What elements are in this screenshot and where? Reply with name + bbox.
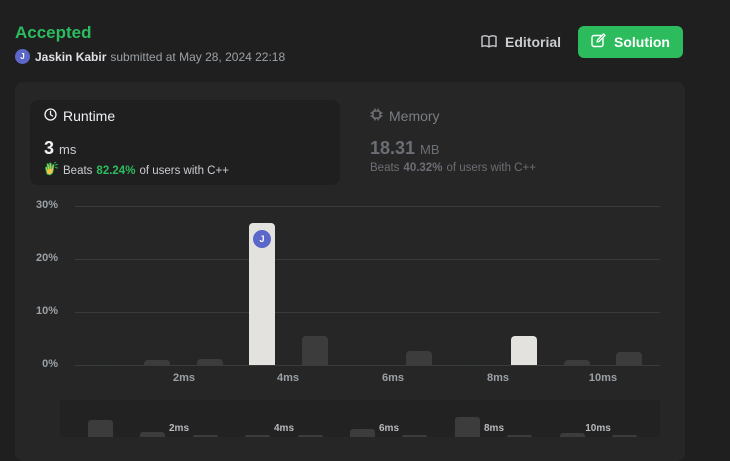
y-gridline [75, 312, 660, 313]
solution-button[interactable]: Solution [578, 26, 683, 58]
submitted-at-text: submitted at May 28, 2024 22:18 [110, 49, 286, 64]
submission-status: Accepted [15, 23, 92, 42]
user-avatar[interactable]: J [15, 49, 30, 64]
overview-tick-label: 4ms [273, 423, 294, 434]
x-tick-label: 10ms [588, 372, 618, 384]
memory-beats-label: Beats [370, 162, 400, 174]
book-icon [481, 34, 497, 51]
memory-beats: Beats 40.32% of users with C++ [370, 162, 536, 174]
overview-tick-label: 2ms [168, 423, 189, 434]
overview-bar [88, 420, 113, 437]
overview-bar [193, 435, 218, 437]
x-tick-label: 8ms [486, 372, 510, 384]
runtime-beats: Beats 82.24% of users with C++ [44, 161, 229, 179]
y-gridline [75, 206, 660, 207]
overview-tick-label: 8ms [483, 423, 504, 434]
overview-bar [402, 435, 427, 437]
memory-beats-suffix: of users with C++ [446, 162, 536, 174]
editorial-label: Editorial [505, 34, 562, 50]
distribution-bar[interactable] [92, 363, 118, 365]
overview-range-chart[interactable]: 2ms 4ms 6ms 8ms 10ms [60, 400, 660, 437]
runtime-number: 3 [44, 138, 55, 158]
memory-card[interactable]: Memory 18.31 MB Beats 40.32% of users wi… [356, 100, 656, 185]
distribution-bar[interactable] [406, 351, 432, 365]
overview-bar [298, 435, 323, 437]
runtime-title-label: Runtime [63, 108, 116, 124]
memory-value: 18.31 MB [370, 138, 440, 159]
overview-tick-label: 6ms [378, 423, 399, 434]
clock-icon [44, 108, 57, 124]
edit-icon [591, 33, 606, 51]
distribution-bar[interactable] [616, 352, 642, 365]
bar-user-avatar: J [251, 228, 273, 250]
editorial-button[interactable]: Editorial [479, 26, 563, 58]
submission-header: Accepted J Jaskin Kabir submitted at May… [15, 22, 730, 72]
distribution-bar[interactable] [564, 360, 590, 365]
performance-panel: Runtime 3 ms Beats 82.24% of users with … [15, 82, 685, 461]
distribution-bar[interactable] [354, 363, 380, 365]
overview-bar [507, 435, 532, 437]
distribution-bar[interactable] [144, 360, 170, 365]
memory-unit: MB [420, 142, 440, 157]
overview-bar [245, 435, 270, 437]
distribution-bar[interactable] [302, 336, 328, 365]
clap-icon [44, 161, 59, 179]
username-link[interactable]: Jaskin Kabir [35, 50, 106, 64]
x-tick-label: 2ms [172, 372, 196, 384]
runtime-title: Runtime [44, 108, 115, 124]
solution-label: Solution [614, 34, 670, 50]
distribution-bar[interactable] [459, 363, 485, 365]
runtime-beats-percent: 82.24% [96, 164, 136, 177]
chip-icon [370, 108, 383, 124]
runtime-card[interactable]: Runtime 3 ms Beats 82.24% of users with … [30, 100, 340, 185]
y-gridline [75, 365, 660, 366]
runtime-unit: ms [59, 142, 77, 157]
overview-bar [612, 435, 637, 437]
runtime-beats-suffix: of users with C++ [139, 164, 229, 177]
y-tick-label: 10% [35, 305, 58, 317]
x-tick-label: 4ms [276, 372, 300, 384]
runtime-value: 3 ms [44, 138, 76, 159]
distribution-bar[interactable] [197, 359, 223, 365]
y-tick-label: 0% [42, 358, 58, 370]
memory-number: 18.31 [370, 138, 416, 158]
x-tick-label: 6ms [381, 372, 405, 384]
memory-title-label: Memory [389, 108, 440, 124]
distribution-bar[interactable] [511, 336, 537, 365]
y-gridline [75, 259, 660, 260]
submission-meta: J Jaskin Kabir submitted at May 28, 2024… [15, 49, 285, 64]
y-tick-label: 20% [35, 252, 58, 264]
memory-beats-percent: 40.32% [403, 162, 443, 174]
memory-title: Memory [370, 108, 440, 124]
y-tick-label: 30% [35, 199, 58, 211]
runtime-beats-label: Beats [63, 164, 93, 177]
overview-tick-label: 10ms [585, 423, 611, 434]
